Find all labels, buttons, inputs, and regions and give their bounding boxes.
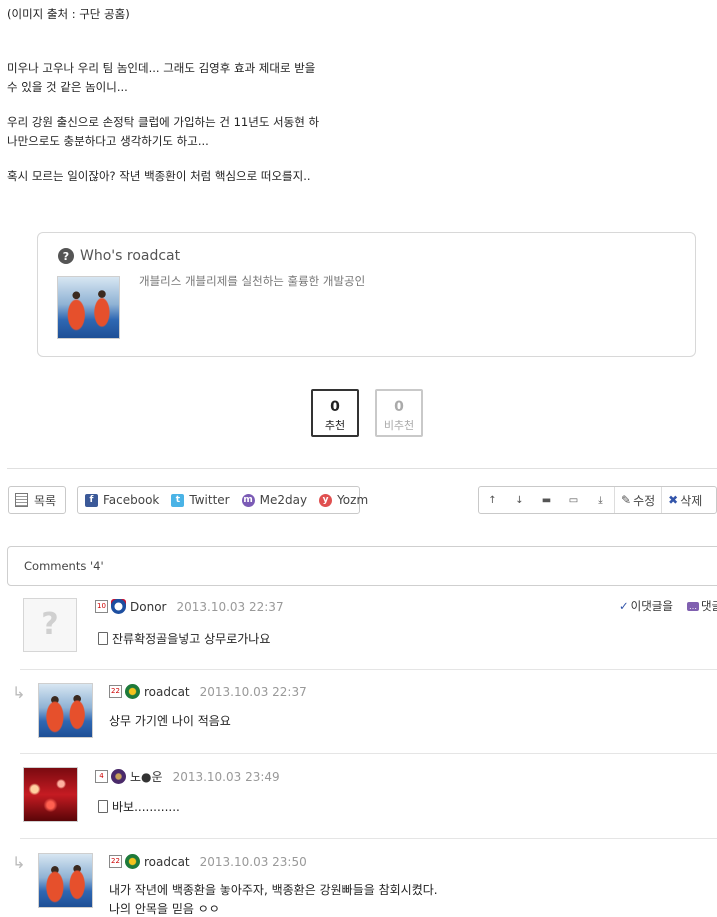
- comment-body: 잔류확정골을넣고 상무로가나요: [98, 630, 270, 647]
- post-text-line: 우리 강원 출신으로 손정탁 클럽에 가입하는 건 11년도 서동현 하: [7, 115, 320, 129]
- comment-author[interactable]: 노●운: [130, 768, 163, 785]
- recommend-button[interactable]: 0 추천: [311, 389, 359, 437]
- share-twitter[interactable]: t Twitter: [165, 487, 235, 513]
- author-box: ? Who's roadcat 개블리스 개블리제를 실천하는 훌륭한 개발공인: [37, 232, 696, 357]
- team-badge-icon: [111, 769, 126, 784]
- comments-header: Comments '4': [7, 546, 717, 586]
- commenter-avatar[interactable]: [23, 767, 78, 822]
- comment-meta: 22 roadcat 2013.10.03 22:37: [109, 684, 307, 699]
- comment-text: 내가 작년에 백종환을 놓아주자, 백종환은 강원빠들을 참회시켰다.: [109, 883, 438, 897]
- comment-meta: 22 roadcat 2013.10.03 23:50: [109, 854, 307, 869]
- delete-button[interactable]: ✖ 삭제: [661, 487, 708, 513]
- not-recommend-label: 비추천: [383, 419, 415, 432]
- comment-date: 2013.10.03 23:50: [199, 854, 307, 869]
- comment-text: 나의 안목을 믿음 ㅇㅇ: [109, 902, 220, 916]
- author-title: ? Who's roadcat: [58, 248, 180, 264]
- post-text-line: 수 있을 것 같은 놈이니...: [7, 80, 128, 94]
- share-yozm-label: Yozm: [337, 493, 369, 507]
- recommend-label: 추천: [324, 419, 346, 432]
- share-bar: f Facebook t Twitter m Me2day y Yozm: [77, 486, 368, 514]
- team-badge-icon: [111, 599, 126, 614]
- comment-separator: [20, 753, 717, 754]
- comment-date: 2013.10.03 23:49: [172, 769, 280, 784]
- arrow-up-icon[interactable]: ↑: [479, 487, 506, 513]
- list-label: 목록: [34, 493, 57, 508]
- recommend-count: 0: [330, 399, 340, 415]
- comment-body: 내가 작년에 백종환을 놓아주자, 백종환은 강원빠들을 참회시켰다.: [109, 881, 438, 898]
- edit-button[interactable]: ✎ 수정: [614, 487, 661, 513]
- list-icon: [15, 493, 28, 507]
- team-badge-icon: [125, 684, 140, 699]
- mobile-icon: [98, 800, 108, 813]
- comment-meta: 10 Donor 2013.10.03 22:37: [95, 599, 284, 614]
- divider: [7, 468, 717, 469]
- comment-separator: [20, 669, 717, 670]
- share-facebook[interactable]: f Facebook: [78, 487, 165, 513]
- comment-text: 상무 가기엔 나이 적음요: [109, 714, 231, 728]
- post-text-line: 미우나 고우나 우리 팀 놈인데... 그래도 김영후 효과 제대로 받을: [7, 61, 316, 75]
- question-icon: ?: [58, 248, 74, 264]
- commenter-avatar[interactable]: [38, 853, 93, 908]
- not-recommend-count: 0: [394, 399, 404, 415]
- comment-body: 상무 가기엔 나이 적음요: [109, 712, 231, 729]
- comment-separator: [20, 838, 717, 839]
- me2day-icon: m: [241, 493, 255, 507]
- commenter-avatar[interactable]: [38, 683, 93, 738]
- save-icon[interactable]: ▬: [533, 487, 560, 513]
- author-title-text: Who's roadcat: [80, 248, 181, 264]
- team-badge-icon: [125, 854, 140, 869]
- level-icon: 10: [95, 600, 108, 613]
- twitter-icon: t: [171, 493, 185, 507]
- comment-text: 바보............: [112, 800, 180, 814]
- reply-arrow-icon: ↳: [12, 683, 26, 702]
- comment-actions: ✓ 이댓글을 … 댓글: [619, 598, 717, 614]
- comment-body-line2: 나의 안목을 믿음 ㅇㅇ: [109, 900, 220, 917]
- post-tools: ↑ ↓ ▬ ▭ ⤓ ✎ 수정 ✖ 삭제: [478, 486, 717, 514]
- print-icon[interactable]: ▭: [560, 487, 587, 513]
- level-icon: 22: [109, 685, 122, 698]
- delete-icon: ✖: [668, 493, 679, 507]
- arrow-down-icon[interactable]: ↓: [506, 487, 533, 513]
- facebook-icon: f: [85, 493, 98, 507]
- mobile-icon: [98, 632, 108, 645]
- comments-count-label: Comments '4': [24, 559, 104, 573]
- level-icon: 22: [109, 855, 122, 868]
- comment-author[interactable]: roadcat: [144, 685, 190, 699]
- reply-arrow-icon: ↳: [12, 853, 26, 872]
- list-button[interactable]: 목록: [8, 486, 66, 514]
- level-icon: 4: [95, 770, 108, 783]
- image-source-note: (이미지 출처 : 구단 공홈): [7, 7, 130, 21]
- not-recommend-button[interactable]: 0 비추천: [375, 389, 423, 437]
- post-text-line: 나만으로도 충분하다고 생각하기도 하고...: [7, 134, 209, 148]
- author-avatar[interactable]: [57, 276, 120, 339]
- comment-link[interactable]: 댓글: [701, 598, 717, 614]
- reply-to-comment-link[interactable]: 이댓글을: [631, 598, 673, 614]
- delete-label: 삭제: [680, 493, 703, 508]
- share-me2day-label: Me2day: [259, 493, 308, 507]
- share-yozm[interactable]: y Yozm: [313, 487, 374, 513]
- download-icon[interactable]: ⤓: [587, 487, 614, 513]
- comment-body: 바보............: [98, 798, 180, 815]
- edit-label: 수정: [633, 493, 656, 508]
- pencil-icon: ✎: [621, 493, 632, 507]
- share-me2day[interactable]: m Me2day: [236, 487, 313, 513]
- comment-meta: 4 노●운 2013.10.03 23:49: [95, 768, 280, 785]
- comment-date: 2013.10.03 22:37: [199, 684, 307, 699]
- comment-date: 2013.10.03 22:37: [176, 599, 284, 614]
- comment-author[interactable]: roadcat: [144, 855, 190, 869]
- share-facebook-label: Facebook: [103, 493, 160, 507]
- share-twitter-label: Twitter: [189, 493, 230, 507]
- comment-author[interactable]: Donor: [130, 600, 166, 614]
- reply-check-icon: ✓: [619, 599, 629, 613]
- post-text-line: 혹시 모르는 일이잖아? 작년 백종환이 처럼 핵심으로 떠오를지..: [7, 169, 311, 183]
- yozm-icon: y: [319, 493, 333, 507]
- author-description: 개블리스 개블리제를 실천하는 훌륭한 개발공인: [139, 274, 366, 288]
- default-avatar: ?: [23, 598, 77, 652]
- comment-text: 잔류확정골을넣고 상무로가나요: [112, 632, 271, 646]
- speech-bubble-icon: …: [686, 601, 699, 611]
